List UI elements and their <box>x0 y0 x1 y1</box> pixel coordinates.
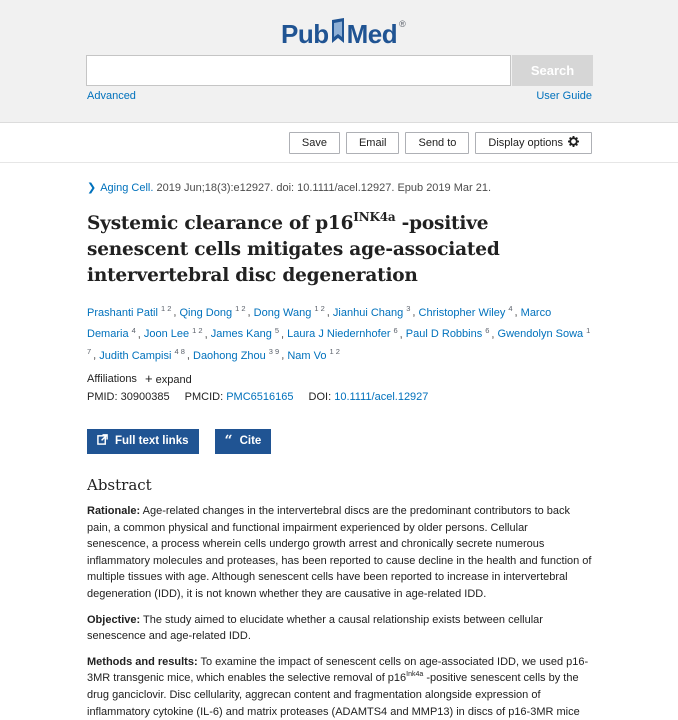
action-buttons: Full text links “ Cite <box>87 428 592 454</box>
author-link[interactable]: Dong Wang <box>254 307 312 319</box>
pmid-group: PMID: 30900385 <box>87 391 170 403</box>
affiliations-label: Affiliations <box>87 372 137 385</box>
cite-button[interactable]: “ Cite <box>214 428 272 454</box>
pmid-label: PMID: <box>87 390 121 403</box>
gear-icon <box>568 136 579 150</box>
pubmed-logo[interactable]: Pub Med ® <box>281 17 406 53</box>
abstract-objective: Objective: The study aimed to elucidate … <box>87 612 592 645</box>
author-link[interactable]: Laura J Niedernhofer <box>287 328 390 340</box>
author-link[interactable]: Nam Vo <box>287 350 326 362</box>
expand-affiliations-button[interactable]: + expand <box>144 370 192 386</box>
author-affiliation-numbers[interactable]: 1 2 <box>314 304 324 313</box>
journal-link[interactable]: Aging Cell. <box>100 182 153 194</box>
author-link[interactable]: Daohong Zhou <box>193 350 266 362</box>
author-affiliation-numbers[interactable]: 4 <box>132 326 136 335</box>
title-superscript: INK4a <box>353 210 396 224</box>
doi-label: DOI: <box>308 390 335 403</box>
logo-text-left: Pub <box>281 19 329 49</box>
methods-label: Methods and results: <box>87 655 198 668</box>
search-button[interactable]: Search <box>512 55 593 86</box>
pmid-value: 30900385 <box>120 390 170 403</box>
citation-details: 2019 Jun;18(3):e12927. doi: 10.1111/acel… <box>153 182 492 194</box>
pmcid-label: PMCID: <box>184 390 227 403</box>
author-link[interactable]: Christopher Wiley <box>419 307 506 319</box>
search-input[interactable] <box>86 55 511 86</box>
abstract-methods: Methods and results: To examine the impa… <box>87 654 592 720</box>
user-guide-link[interactable]: User Guide <box>536 90 592 102</box>
author-item: James Kang 5 <box>211 326 281 341</box>
author-item: Prashanti Patil 1 2 <box>87 304 173 319</box>
abstract-rationale: Rationale: Age-related changes in the in… <box>87 503 592 603</box>
author-affiliation-numbers[interactable]: 1 2 <box>161 304 171 313</box>
expand-label: expand <box>155 373 192 386</box>
author-link[interactable]: Judith Campisi <box>99 350 171 362</box>
author-item: Jianhui Chang 3 <box>333 304 413 319</box>
logo-bookmark-icon <box>330 17 346 47</box>
author-item: Dong Wang 1 2 <box>254 304 327 319</box>
abstract-heading: Abstract <box>87 475 152 494</box>
external-link-icon <box>97 434 108 448</box>
pmcid-link[interactable]: PMC6516165 <box>226 391 293 403</box>
rationale-label: Rationale: <box>87 504 141 517</box>
save-button[interactable]: Save <box>288 132 340 154</box>
author-link[interactable]: Joon Lee <box>144 328 189 340</box>
author-item: Daohong Zhou 3 9 <box>193 347 281 362</box>
cite-label: Cite <box>239 435 262 448</box>
registered-mark: ® <box>399 19 406 29</box>
author-item: Paul D Robbins 6 <box>406 326 492 341</box>
identifiers-row: PMID: 30900385 PMCID: PMC6516165 DOI: 10… <box>87 391 592 403</box>
display-options-button[interactable]: Display options <box>475 132 592 154</box>
author-affiliation-numbers[interactable]: 1 2 <box>192 326 202 335</box>
citation-line: ❯ Aging Cell. 2019 Jun;18(3):e12927. doi:… <box>87 181 592 196</box>
author-affiliation-numbers[interactable]: 3 9 <box>269 347 279 356</box>
full-text-links-button[interactable]: Full text links <box>87 428 199 454</box>
email-button[interactable]: Email <box>345 132 400 154</box>
doi-link[interactable]: 10.1111/acel.12927 <box>334 391 428 403</box>
article-toolbar: Save Email Send to Display options <box>288 132 592 154</box>
author-affiliation-numbers[interactable]: 1 2 <box>329 347 339 356</box>
author-affiliation-numbers[interactable]: 6 <box>485 326 489 335</box>
author-item: Nam Vo 1 2 <box>287 347 342 362</box>
author-affiliation-numbers[interactable]: 6 <box>394 326 398 335</box>
title-part-1: Systemic clearance of p16 <box>87 213 354 234</box>
author-item: Christopher Wiley 4 <box>419 304 515 319</box>
rationale-text: Age-related changes in the intervertebra… <box>87 504 592 600</box>
logo-text-right: Med <box>346 19 398 49</box>
display-options-label: Display options <box>488 137 563 149</box>
objective-label: Objective: <box>87 613 141 626</box>
header: Pub Med ® Search Advanced User Guide <box>0 0 678 123</box>
plus-icon: + <box>144 370 153 386</box>
author-link[interactable]: James Kang <box>211 328 272 340</box>
author-item: Laura J Niedernhofer 6 <box>287 326 400 341</box>
article-main: ❯ Aging Cell. 2019 Jun;18(3):e12927. doi:… <box>87 181 592 720</box>
author-item: Judith Campisi 4 8 <box>99 347 187 362</box>
send-to-button[interactable]: Send to <box>405 132 470 154</box>
author-item: Qing Dong 1 2 <box>180 304 248 319</box>
author-link[interactable]: Gwendolyn Sowa <box>498 328 584 340</box>
methods-superscript: Ink4a <box>406 671 424 679</box>
advanced-search-link[interactable]: Advanced <box>87 90 136 102</box>
affiliations-row: Affiliations + expand <box>87 370 592 386</box>
objective-text: The study aimed to elucidate whether a c… <box>87 613 543 643</box>
author-link[interactable]: Jianhui Chang <box>333 307 403 319</box>
author-affiliation-numbers[interactable]: 1 2 <box>235 304 245 313</box>
doi-group: DOI: 10.1111/acel.12927 <box>309 391 429 403</box>
author-link[interactable]: Prashanti Patil <box>87 307 158 319</box>
author-affiliation-numbers[interactable]: 4 8 <box>174 347 184 356</box>
full-text-links-label: Full text links <box>115 435 189 448</box>
author-affiliation-numbers[interactable]: 4 <box>508 304 512 313</box>
author-affiliation-numbers[interactable]: 5 <box>275 326 279 335</box>
chevron-right-icon[interactable]: ❯ <box>87 182 96 194</box>
author-item: Joon Lee 1 2 <box>144 326 205 341</box>
quote-icon: “ <box>224 433 233 450</box>
toolbar-divider <box>0 162 678 163</box>
article-title: Systemic clearance of p16INK4a -positive… <box>87 211 592 289</box>
author-list: Prashanti Patil 1 2, Qing Dong 1 2, Dong W… <box>87 304 591 362</box>
pmcid-group: PMCID: PMC6516165 <box>185 391 294 403</box>
search-bar: Search <box>86 55 593 86</box>
author-link[interactable]: Qing Dong <box>180 307 233 319</box>
author-link[interactable]: Paul D Robbins <box>406 328 482 340</box>
author-affiliation-numbers[interactable]: 3 <box>406 304 410 313</box>
